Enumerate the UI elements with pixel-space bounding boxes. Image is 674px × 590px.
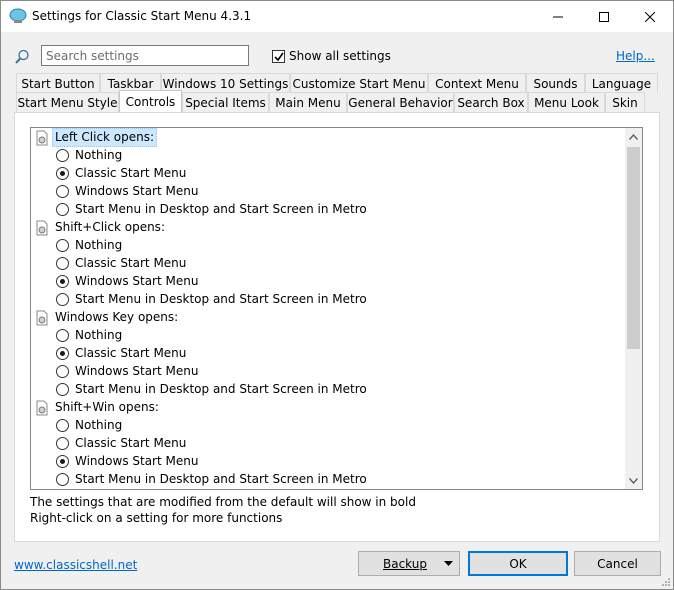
radio-option-label[interactable]: Windows Start Menu: [75, 454, 198, 468]
radio-option-label[interactable]: Nothing: [75, 148, 122, 162]
ok-button[interactable]: OK: [468, 551, 568, 576]
dropdown-arrow-icon: [444, 561, 453, 566]
radio-dot-icon: [60, 351, 65, 356]
vertical-scrollbar[interactable]: [625, 128, 642, 489]
tab-sounds[interactable]: Sounds: [526, 73, 585, 93]
radio-option-label[interactable]: Classic Start Menu: [75, 436, 186, 450]
setting-group-label[interactable]: Shift+Click opens:: [53, 219, 167, 236]
radio-dot-icon: [60, 279, 65, 284]
window-title: Settings for Classic Start Menu 4.3.1: [32, 9, 252, 23]
radio-button[interactable]: [56, 329, 69, 342]
show-all-checkbox[interactable]: [272, 50, 285, 63]
radio-option-label[interactable]: Start Menu in Desktop and Start Screen i…: [75, 292, 367, 306]
checkmark-icon: [274, 52, 284, 62]
tab-menu-look[interactable]: Menu Look: [528, 92, 605, 112]
radio-option-label[interactable]: Classic Start Menu: [75, 256, 186, 270]
radio-button[interactable]: [56, 293, 69, 306]
tab-start-button[interactable]: Start Button: [16, 73, 100, 93]
setting-group-label[interactable]: Windows Key opens:: [53, 309, 180, 326]
show-all-label[interactable]: Show all settings: [289, 49, 391, 63]
close-icon: [645, 11, 655, 22]
radio-button[interactable]: [56, 419, 69, 432]
radio-button[interactable]: [56, 455, 69, 468]
cancel-button[interactable]: Cancel: [574, 551, 661, 576]
chevron-down-icon: [629, 477, 638, 484]
resize-grip-icon[interactable]: [661, 577, 671, 587]
radio-option-label[interactable]: Nothing: [75, 418, 122, 432]
minimize-button[interactable]: [535, 1, 581, 32]
radio-button[interactable]: [56, 383, 69, 396]
tab-special-items[interactable]: Special Items: [182, 92, 269, 112]
radio-option-label[interactable]: Classic Start Menu: [75, 166, 186, 180]
setting-group-label[interactable]: Left Click opens:: [52, 128, 158, 147]
tab-controls[interactable]: Controls: [119, 90, 182, 112]
radio-option-label[interactable]: Nothing: [75, 328, 122, 342]
radio-button[interactable]: [56, 275, 69, 288]
tab-general-behavior[interactable]: General Behavior: [347, 92, 454, 112]
backup-label: Backup: [383, 556, 427, 571]
radio-button[interactable]: [56, 239, 69, 252]
search-input[interactable]: [41, 45, 249, 66]
tab-search-box[interactable]: Search Box: [454, 92, 528, 112]
settings-window: Settings for Classic Start Menu 4.3.1 Sh…: [0, 0, 674, 590]
setting-group-icon: [34, 400, 50, 416]
radio-button[interactable]: [56, 203, 69, 216]
tab-customize-start-menu[interactable]: Customize Start Menu: [290, 73, 428, 93]
radio-option-label[interactable]: Windows Start Menu: [75, 364, 198, 378]
info-right-click: Right-click on a setting for more functi…: [30, 511, 283, 525]
radio-button[interactable]: [56, 473, 69, 486]
chevron-up-icon: [629, 133, 638, 140]
search-icon: [15, 49, 29, 64]
radio-dot-icon: [60, 459, 65, 464]
tab-language[interactable]: Language: [585, 73, 658, 93]
setting-group-label[interactable]: Shift+Win opens:: [53, 399, 161, 416]
radio-option-label[interactable]: Classic Start Menu: [75, 346, 186, 360]
tab-start-menu-style[interactable]: Start Menu Style: [16, 92, 119, 112]
tab-main-menu[interactable]: Main Menu: [269, 92, 347, 112]
info-modified-bold: The settings that are modified from the …: [30, 495, 416, 509]
close-button[interactable]: [627, 1, 673, 32]
radio-button[interactable]: [56, 347, 69, 360]
title-bar[interactable]: Settings for Classic Start Menu 4.3.1: [1, 1, 673, 32]
radio-button[interactable]: [56, 257, 69, 270]
setting-group-icon: [34, 130, 50, 146]
radio-button[interactable]: [56, 185, 69, 198]
scroll-down-button[interactable]: [625, 472, 642, 489]
radio-dot-icon: [60, 171, 65, 176]
backup-button[interactable]: Backup: [358, 551, 460, 576]
radio-option-label[interactable]: Nothing: [75, 238, 122, 252]
tab-skin[interactable]: Skin: [605, 92, 645, 112]
radio-button[interactable]: [56, 437, 69, 450]
radio-option-label[interactable]: Windows Start Menu: [75, 274, 198, 288]
settings-tree[interactable]: Left Click opens: Nothing Classic Start Me…: [30, 127, 643, 490]
radio-button[interactable]: [56, 167, 69, 180]
tab-context-menu[interactable]: Context Menu: [428, 73, 526, 93]
setting-group-icon: [34, 310, 50, 326]
setting-group-icon: [34, 220, 50, 236]
scroll-thumb[interactable]: [627, 147, 640, 349]
classic-shell-icon: [9, 8, 27, 23]
maximize-button[interactable]: [581, 1, 627, 32]
radio-button[interactable]: [56, 149, 69, 162]
maximize-icon: [599, 11, 609, 22]
website-link[interactable]: www.classicshell.net: [14, 558, 137, 572]
radio-option-label[interactable]: Windows Start Menu: [75, 184, 198, 198]
scroll-up-button[interactable]: [625, 128, 642, 145]
radio-option-label[interactable]: Start Menu in Desktop and Start Screen i…: [75, 202, 367, 216]
minimize-icon: [553, 16, 563, 17]
help-link[interactable]: Help...: [616, 49, 655, 63]
radio-option-label[interactable]: Start Menu in Desktop and Start Screen i…: [75, 472, 367, 486]
radio-option-label[interactable]: Start Menu in Desktop and Start Screen i…: [75, 382, 367, 396]
radio-button[interactable]: [56, 365, 69, 378]
